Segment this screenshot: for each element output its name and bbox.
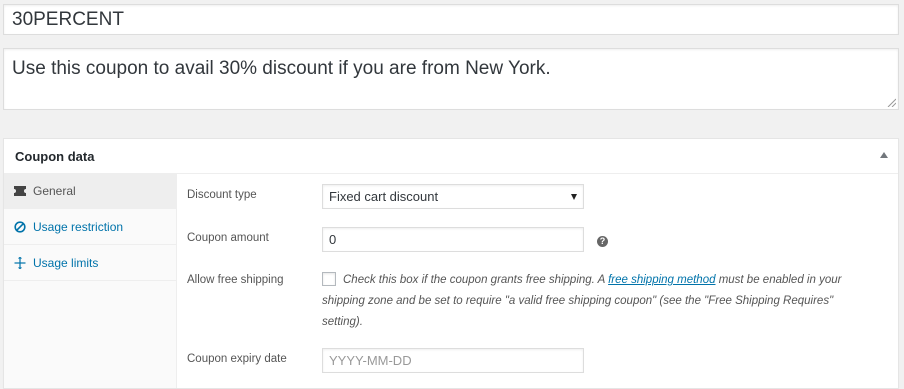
coupon-code-input[interactable]: 30PERCENT xyxy=(3,4,899,35)
coupon-tabs: General Usage restriction Usage limits xyxy=(4,173,177,388)
panel-title: Coupon data xyxy=(15,149,95,164)
coupon-description-text: Use this coupon to avail 30% discount if… xyxy=(12,58,551,79)
free-shipping-label: Allow free shipping xyxy=(187,274,284,286)
ban-icon xyxy=(13,220,27,234)
coupon-description-textarea[interactable]: Use this coupon to avail 30% discount if… xyxy=(3,48,899,110)
free-shipping-description: Check this box if the coupon grants free… xyxy=(322,270,842,333)
coupon-data-panel: Coupon data General Usage restriction Us… xyxy=(3,138,899,389)
help-icon[interactable]: ? xyxy=(597,236,608,247)
panel-header: Coupon data xyxy=(4,139,898,174)
dropdown-arrow-icon xyxy=(571,194,577,200)
general-tab-content: Discount type Fixed cart discount Coupon… xyxy=(176,173,898,388)
tab-usage-restriction[interactable]: Usage restriction xyxy=(4,209,176,245)
discount-type-value: Fixed cart discount xyxy=(329,189,439,204)
free-shipping-text-before: Check this box if the coupon grants free… xyxy=(343,274,609,286)
collapse-toggle-icon[interactable] xyxy=(880,152,888,158)
tab-usage-restriction-label: Usage restriction xyxy=(33,219,124,234)
tab-general[interactable]: General xyxy=(4,173,176,209)
discount-type-select[interactable]: Fixed cart discount xyxy=(322,184,584,209)
ticket-icon xyxy=(13,184,27,198)
tab-usage-limits[interactable]: Usage limits xyxy=(4,245,176,281)
coupon-amount-label: Coupon amount xyxy=(187,232,269,244)
resize-handle-icon[interactable] xyxy=(886,97,896,107)
free-shipping-method-link[interactable]: free shipping method xyxy=(608,274,715,286)
discount-type-label: Discount type xyxy=(187,189,257,201)
expiry-date-label: Coupon expiry date xyxy=(187,353,287,365)
tab-usage-limits-label: Usage limits xyxy=(33,255,99,270)
limits-icon xyxy=(13,256,27,270)
coupon-amount-input[interactable]: 0 xyxy=(322,227,584,252)
coupon-amount-value: 0 xyxy=(329,232,337,247)
expiry-date-input[interactable]: YYYY-MM-DD xyxy=(322,348,584,373)
tab-general-label: General xyxy=(33,183,76,198)
expiry-date-placeholder: YYYY-MM-DD xyxy=(329,353,412,368)
